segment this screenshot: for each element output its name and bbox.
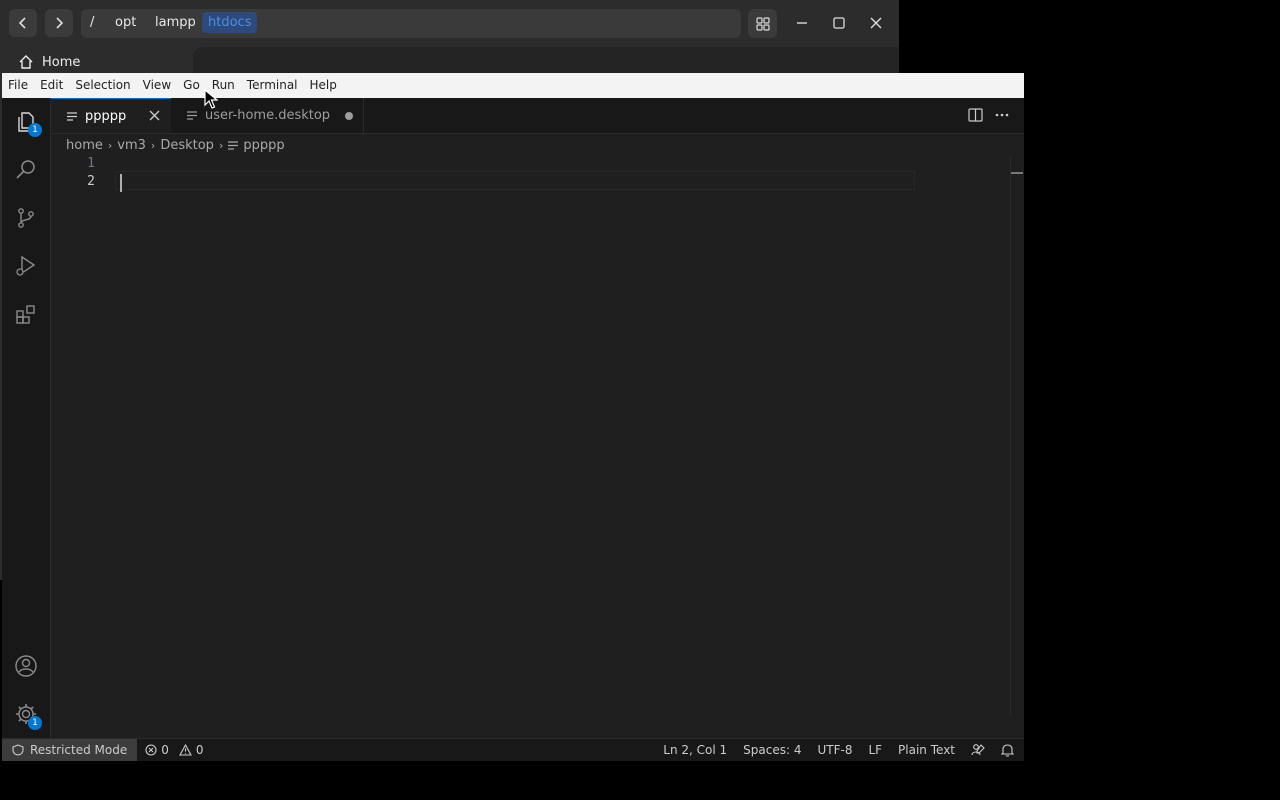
scrollbar[interactable] [1010,156,1025,716]
breadcrumb-home[interactable]: home [66,138,103,153]
mouse-cursor-icon [204,89,218,109]
bell-icon [1001,744,1014,757]
ellipsis-icon [995,113,1009,117]
error-count: 0 [161,743,169,757]
home-icon [19,55,33,69]
restricted-mode-button[interactable]: Restricted Mode [2,739,138,761]
indentation[interactable]: Spaces: 4 [735,739,809,761]
search-button[interactable] [2,146,50,194]
view-toggle-button[interactable] [748,9,777,38]
editor-tabs: ppppp user-home.desktop [51,98,1024,134]
explorer-button[interactable]: 1 [2,98,50,146]
vscode-window: File Edit Selection View Go Run Terminal… [2,73,1024,761]
files-header: / opt lampp htdocs [0,0,899,47]
tab-label: user-home.desktop [205,108,331,123]
close-icon [870,17,882,29]
breadcrumb-desktop[interactable]: Desktop [160,138,214,153]
feedback-button[interactable] [963,739,993,761]
scrollbar-position-marker [1011,172,1023,174]
language-mode[interactable]: Plain Text [890,739,963,761]
maximize-icon [833,17,845,29]
explorer-badge: 1 [28,123,42,137]
close-window-button[interactable] [865,12,887,34]
encoding[interactable]: UTF-8 [809,739,860,761]
menu-edit[interactable]: Edit [34,73,69,98]
breadcrumb-file[interactable]: ppppp [228,137,285,153]
menu-selection[interactable]: Selection [69,73,136,98]
tab-label: ppppp [85,108,127,124]
line-number-current: 2 [87,174,95,189]
grid-icon [755,16,770,31]
warning-count: 0 [195,743,204,757]
run-debug-icon [16,255,36,276]
path-crumb-htdocs[interactable]: htdocs [202,12,258,33]
breadcrumb: home › vm3 › Desktop › ppppp [66,135,285,155]
chevron-right-icon: › [218,138,224,152]
restricted-mode-label: Restricted Mode [30,743,128,757]
split-editor-button[interactable] [968,108,983,127]
split-editor-icon [968,108,983,122]
path-crumb-opt[interactable]: opt [115,15,136,30]
menu-file[interactable]: File [2,73,34,98]
settings-badge: 1 [28,716,42,730]
path-crumb-root[interactable]: / [90,15,94,30]
shield-icon [12,744,24,756]
feedback-icon [971,744,985,756]
extensions-icon [16,305,35,324]
problems-button[interactable]: 0 0 [137,739,211,761]
accounts-button[interactable] [2,642,50,690]
minimize-button[interactable] [791,12,813,34]
chevron-left-icon [18,17,26,29]
manage-button[interactable]: 1 [2,690,50,738]
sidebar-item-home[interactable]: Home [18,54,80,70]
line-number: 1 [87,156,95,171]
chevron-right-icon: › [107,138,113,152]
chevron-right-icon [56,17,64,29]
sidebar-item-label: Home [42,54,81,70]
warning-icon [178,744,192,756]
editor-area[interactable]: 1 2 [51,156,1024,738]
minimize-icon [797,22,807,24]
end-of-line[interactable]: LF [860,739,890,761]
status-bar: Restricted Mode 0 0 Ln 2, Col 1 Spaces: … [2,738,1024,761]
error-icon [145,744,157,756]
extensions-button[interactable] [2,290,50,338]
path-bar[interactable]: / opt lampp htdocs [81,9,741,38]
tab-ppppp[interactable]: ppppp [51,98,171,133]
back-button[interactable] [9,9,37,37]
menu-help[interactable]: Help [304,73,343,98]
breadcrumb-vm3[interactable]: vm3 [117,138,146,153]
chevron-right-icon: › [150,138,156,152]
current-line-highlight [115,171,915,190]
file-lines-icon [67,110,79,122]
forward-button[interactable] [45,9,73,37]
file-lines-icon [187,110,199,122]
maximize-button[interactable] [828,12,850,34]
notifications-button[interactable] [993,739,1024,761]
activity-bar: 1 1 [2,98,51,738]
tab-user-home-desktop[interactable]: user-home.desktop [171,98,364,133]
run-debug-button[interactable] [2,242,50,290]
menu-bar: File Edit Selection View Go Run Terminal… [2,73,1024,98]
search-icon [16,160,35,179]
more-actions-button[interactable] [994,108,1010,127]
breadcrumb-file-label: ppppp [243,137,285,153]
cursor-position[interactable]: Ln 2, Col 1 [655,739,735,761]
unsaved-dot-icon[interactable] [345,112,353,120]
file-lines-icon [228,140,239,150]
source-control-icon [18,208,34,228]
account-icon [15,655,37,677]
path-crumb-lampp[interactable]: lampp [155,15,196,30]
tab-close-button[interactable] [149,110,160,125]
menu-terminal[interactable]: Terminal [241,73,304,98]
close-icon [149,110,160,121]
menu-go[interactable]: Go [177,73,206,98]
text-cursor [120,174,122,192]
menu-view[interactable]: View [137,73,177,98]
source-control-button[interactable] [2,194,50,242]
